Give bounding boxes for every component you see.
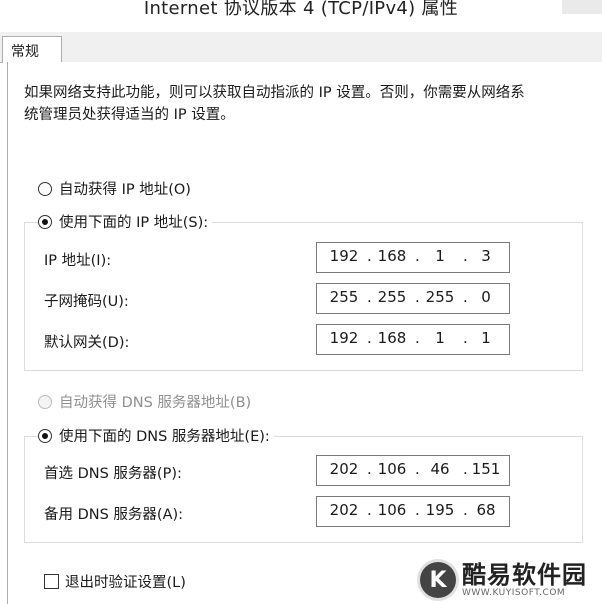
validate-on-exit[interactable]: 退出时验证设置(L) bbox=[44, 571, 186, 592]
description-line-1: 如果网络支持此功能，则可以获取自动指派的 IP 设置。否则，你需要从网络系 bbox=[24, 85, 525, 101]
description-line-2: 统管理员处获得适当的 IP 设置。 bbox=[24, 107, 235, 123]
pdns-octet-3: 46 bbox=[430, 460, 450, 478]
watermark-title: 酷易软件园 bbox=[462, 560, 587, 589]
window-titlebar: Internet 协议版本 4 (TCP/IPv4) 属性 bbox=[0, 0, 602, 32]
site-watermark: K 酷易软件园 WWW.KUYISOFT.COM bbox=[420, 556, 602, 604]
radio-manual-dns[interactable]: 使用下面的 DNS 服务器地址(E): bbox=[38, 425, 274, 446]
radio-manual-dns-circle[interactable] bbox=[38, 428, 52, 443]
adns-octet-2: 106 bbox=[377, 501, 407, 519]
watermark-text: 酷易软件园 WWW.KUYISOFT.COM bbox=[462, 563, 587, 598]
gw-octet-1: 192 bbox=[329, 329, 359, 347]
radio-auto-ip[interactable]: 自动获得 IP 地址(O) bbox=[38, 178, 191, 199]
adns-octet-4: 68 bbox=[476, 501, 496, 519]
ip-octet-2: 168 bbox=[377, 247, 407, 265]
default-gateway-input[interactable]: 192 . 168 . 1 . 1 bbox=[316, 324, 510, 355]
subnet-mask-label: 子网掩码(U): bbox=[44, 294, 129, 310]
tab-strip: 常规 bbox=[0, 32, 602, 63]
tab-general[interactable]: 常规 bbox=[2, 36, 62, 63]
pdns-octet-2: 106 bbox=[377, 460, 407, 478]
radio-manual-dns-label: 使用下面的 DNS 服务器地址(E): bbox=[59, 429, 270, 445]
pdns-octet-1: 202 bbox=[329, 460, 359, 478]
mask-octet-1: 255 bbox=[329, 288, 359, 306]
ip-octet-3: 1 bbox=[435, 247, 445, 265]
ip-octet-4: 3 bbox=[481, 247, 491, 265]
default-gateway-label: 默认网关(D): bbox=[44, 335, 130, 351]
adns-octet-3: 195 bbox=[425, 501, 455, 519]
mask-octet-4: 0 bbox=[481, 288, 491, 306]
pdns-octet-4: 151 bbox=[471, 460, 501, 478]
window-title: Internet 协议版本 4 (TCP/IPv4) 属性 bbox=[143, 0, 459, 19]
validate-on-exit-checkbox[interactable] bbox=[44, 574, 59, 589]
radio-auto-dns-label: 自动获得 DNS 服务器地址(B) bbox=[59, 395, 252, 411]
radio-auto-dns[interactable]: 自动获得 DNS 服务器地址(B) bbox=[38, 391, 251, 412]
subnet-mask-input[interactable]: 255 . 255 . 255 . 0 bbox=[316, 283, 510, 314]
validate-on-exit-label: 退出时验证设置(L) bbox=[65, 575, 186, 591]
radio-manual-ip-label: 使用下面的 IP 地址(S): bbox=[59, 215, 209, 231]
ip-octet-1: 192 bbox=[329, 247, 359, 265]
gw-octet-4: 1 bbox=[481, 329, 491, 347]
gw-octet-2: 168 bbox=[377, 329, 407, 347]
radio-auto-ip-label: 自动获得 IP 地址(O) bbox=[59, 182, 191, 198]
titlebar-controls bbox=[562, 0, 602, 14]
alternate-dns-input[interactable]: 202 . 106 . 195 . 68 bbox=[316, 496, 510, 527]
radio-manual-ip-circle[interactable] bbox=[38, 214, 52, 229]
mask-octet-3: 255 bbox=[425, 288, 455, 306]
tab-general-label: 常规 bbox=[11, 44, 39, 60]
alternate-dns-label: 备用 DNS 服务器(A): bbox=[44, 507, 184, 523]
description-text: 如果网络支持此功能，则可以获取自动指派的 IP 设置。否则，你需要从网络系 统管… bbox=[24, 82, 584, 126]
preferred-dns-input[interactable]: 202 . 106 . 46 . 151 bbox=[316, 455, 510, 486]
preferred-dns-label: 首选 DNS 服务器(P): bbox=[44, 466, 182, 482]
radio-auto-dns-circle[interactable] bbox=[38, 394, 52, 409]
radio-auto-ip-circle[interactable] bbox=[38, 181, 52, 196]
mask-octet-2: 255 bbox=[377, 288, 407, 306]
adns-octet-1: 202 bbox=[329, 501, 359, 519]
ip-address-input[interactable]: 192 . 168 . 1 . 3 bbox=[316, 242, 510, 273]
watermark-url: WWW.KUYISOFT.COM bbox=[462, 587, 566, 598]
gw-octet-3: 1 bbox=[435, 329, 445, 347]
radio-manual-ip[interactable]: 使用下面的 IP 地址(S): bbox=[38, 211, 213, 232]
ip-address-label: IP 地址(I): bbox=[44, 253, 112, 269]
watermark-logo-icon: K bbox=[420, 562, 456, 598]
